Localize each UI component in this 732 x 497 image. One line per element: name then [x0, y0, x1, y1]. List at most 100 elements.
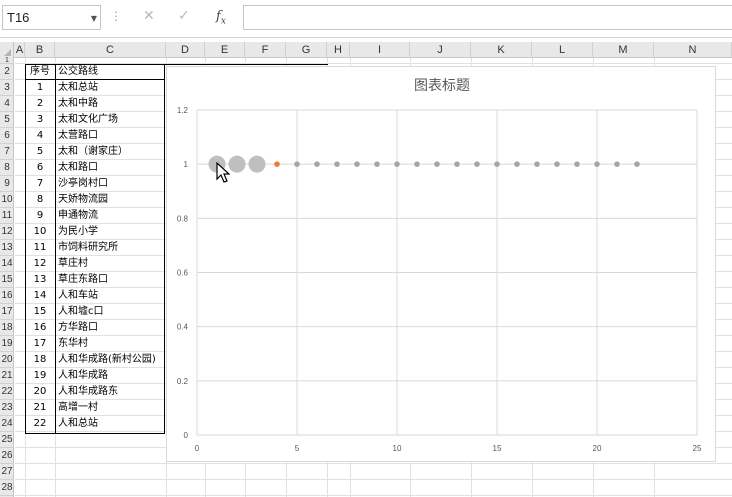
- route-name-cell[interactable]: 东华村: [58, 336, 88, 352]
- route-number-cell[interactable]: 4: [25, 128, 55, 144]
- route-number-cell[interactable]: 12: [25, 256, 55, 272]
- route-number-cell[interactable]: 13: [25, 272, 55, 288]
- route-name-cell[interactable]: 太和中路: [58, 96, 98, 112]
- name-box[interactable]: T16 ▼: [2, 5, 101, 30]
- row-header-12[interactable]: 12: [0, 224, 14, 240]
- row-header-3[interactable]: 3: [0, 80, 14, 96]
- row-header-26[interactable]: 26: [0, 448, 14, 464]
- chevron-down-icon[interactable]: ▼: [91, 14, 97, 23]
- route-name-cell[interactable]: 人和总站: [58, 416, 98, 432]
- route-number-cell[interactable]: 10: [25, 224, 55, 240]
- route-name-cell[interactable]: 申通物流: [58, 208, 98, 224]
- route-number-cell[interactable]: 22: [25, 416, 55, 432]
- row-header-14[interactable]: 14: [0, 256, 14, 272]
- row-header-4[interactable]: 4: [0, 96, 14, 112]
- row-header-9[interactable]: 9: [0, 176, 14, 192]
- chart-area[interactable]: 图表标题 0 0.2 0.4 0.6 0.8 1 1.2 0 5 10 15 20 25: [166, 66, 716, 462]
- enter-icon[interactable]: ✓: [178, 8, 190, 24]
- route-name-cell[interactable]: 高增一村: [58, 400, 98, 416]
- row-header-24[interactable]: 24: [0, 416, 14, 432]
- row-header-20[interactable]: 20: [0, 352, 14, 368]
- route-name-cell[interactable]: 太营路口: [58, 128, 98, 144]
- column-header-d[interactable]: D: [166, 42, 205, 58]
- column-header-l[interactable]: L: [532, 42, 593, 58]
- column-header-j[interactable]: J: [410, 42, 471, 58]
- route-number-cell[interactable]: 17: [25, 336, 55, 352]
- row-header-16[interactable]: 16: [0, 288, 14, 304]
- route-number-cell[interactable]: 14: [25, 288, 55, 304]
- route-name-cell[interactable]: 市饲料研究所: [58, 240, 118, 256]
- row-header-6[interactable]: 6: [0, 128, 14, 144]
- column-header-b[interactable]: B: [25, 42, 55, 58]
- route-number-cell[interactable]: 9: [25, 208, 55, 224]
- row-header-19[interactable]: 19: [0, 336, 14, 352]
- row-header-15[interactable]: 15: [0, 272, 14, 288]
- column-header-m[interactable]: M: [593, 42, 654, 58]
- route-number-cell[interactable]: 19: [25, 368, 55, 384]
- select-all-button[interactable]: [0, 42, 14, 58]
- row-header-11[interactable]: 11: [0, 208, 14, 224]
- route-name-cell[interactable]: 人和车站: [58, 288, 98, 304]
- route-number-cell[interactable]: 15: [25, 304, 55, 320]
- row-header-28[interactable]: 28: [0, 480, 14, 496]
- route-name-cell[interactable]: 太和总站: [58, 80, 98, 96]
- row-header-5[interactable]: 5: [0, 112, 14, 128]
- row-header-21[interactable]: 21: [0, 368, 14, 384]
- column-header-a[interactable]: A: [15, 42, 25, 58]
- insert-function-button[interactable]: fx: [216, 9, 226, 27]
- route-name-cell[interactable]: 人和墟c口: [58, 304, 104, 320]
- route-name-cell[interactable]: 太和路口: [58, 160, 98, 176]
- row-header-18[interactable]: 18: [0, 320, 14, 336]
- column-header-g[interactable]: G: [286, 42, 327, 58]
- route-number-cell[interactable]: 3: [25, 112, 55, 128]
- formula-input[interactable]: [243, 5, 732, 30]
- mouse-cursor-icon: [216, 162, 230, 183]
- column-header-f[interactable]: F: [245, 42, 286, 58]
- route-number-cell[interactable]: 7: [25, 176, 55, 192]
- x-tick-label: 25: [693, 444, 702, 453]
- column-header-n[interactable]: N: [654, 42, 732, 58]
- route-number-cell[interactable]: 11: [25, 240, 55, 256]
- route-number-cell[interactable]: 6: [25, 160, 55, 176]
- route-number-cell[interactable]: 2: [25, 96, 55, 112]
- more-options-icon[interactable]: ⋮: [110, 9, 122, 23]
- cancel-icon[interactable]: ✕: [143, 8, 155, 24]
- route-number-cell[interactable]: 21: [25, 400, 55, 416]
- route-name-cell[interactable]: 沙亭岗村口: [58, 176, 108, 192]
- row-header-25[interactable]: 25: [0, 432, 14, 448]
- route-name-cell[interactable]: 草庄东路口: [58, 272, 108, 288]
- route-name-cell[interactable]: 天娇物流园: [58, 192, 108, 208]
- route-number-cell[interactable]: 20: [25, 384, 55, 400]
- route-name-cell[interactable]: 为民小学: [58, 224, 98, 240]
- row-header-27[interactable]: 27: [0, 464, 14, 480]
- route-name-cell[interactable]: 人和华成路: [58, 368, 108, 384]
- column-header-e[interactable]: E: [205, 42, 245, 58]
- route-number-cell[interactable]: 16: [25, 320, 55, 336]
- row-header-2[interactable]: 2: [0, 64, 14, 80]
- route-number-cell[interactable]: 8: [25, 192, 55, 208]
- row-header-17[interactable]: 17: [0, 304, 14, 320]
- data-point: [594, 161, 600, 167]
- column-header-i[interactable]: I: [350, 42, 410, 58]
- route-number-cell[interactable]: 18: [25, 352, 55, 368]
- column-header-c[interactable]: C: [55, 42, 166, 58]
- route-name-cell[interactable]: 人和华成路(新村公园): [58, 352, 156, 368]
- row-header-7[interactable]: 7: [0, 144, 14, 160]
- route-name-cell[interactable]: 太和（谢家庄）: [58, 144, 128, 160]
- route-number-cell[interactable]: 1: [25, 80, 55, 96]
- route-number-cell[interactable]: 5: [25, 144, 55, 160]
- row-header-8[interactable]: 8: [0, 160, 14, 176]
- route-name-cell[interactable]: 方华路口: [58, 320, 98, 336]
- row-header-23[interactable]: 23: [0, 400, 14, 416]
- header-num[interactable]: 序号: [25, 64, 55, 80]
- header-name[interactable]: 公交路线: [58, 64, 98, 80]
- route-name-cell[interactable]: 人和华成路东: [58, 384, 118, 400]
- column-header-h[interactable]: H: [327, 42, 350, 58]
- column-header-k[interactable]: K: [471, 42, 532, 58]
- row-header-22[interactable]: 22: [0, 384, 14, 400]
- route-name-cell[interactable]: 草庄村: [58, 256, 88, 272]
- row-headers: 1 2 3 4 5 6 7 8 9 10 11 12 13 14 15 16 17 18 19 20 21 22 23 24 2…: [0, 57, 14, 497]
- row-header-13[interactable]: 13: [0, 240, 14, 256]
- row-header-10[interactable]: 10: [0, 192, 14, 208]
- route-name-cell[interactable]: 太和文化广场: [58, 112, 118, 128]
